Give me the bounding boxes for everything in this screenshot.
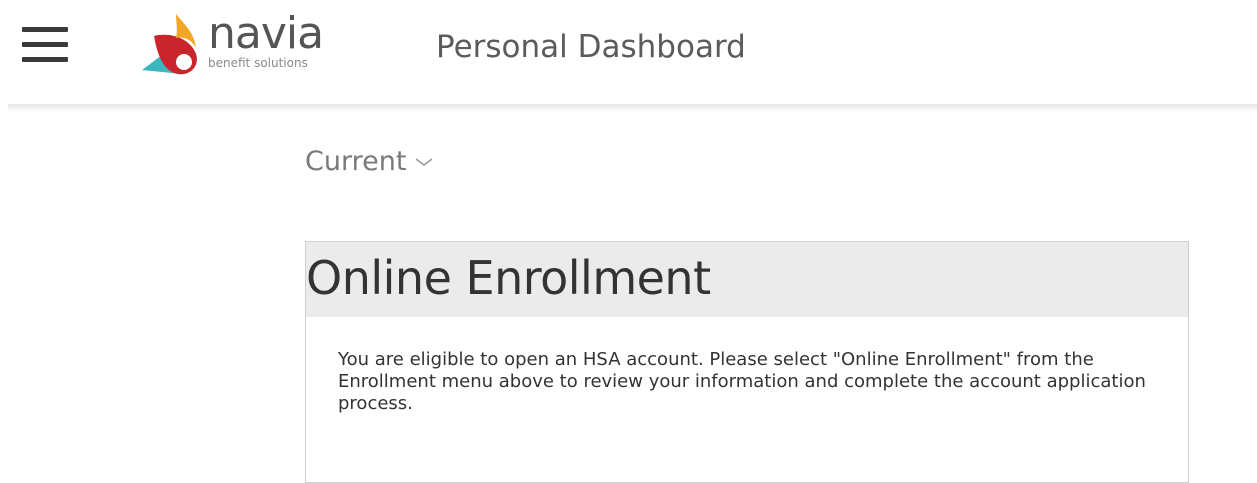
hamburger-line xyxy=(22,27,68,32)
period-dropdown[interactable]: Current xyxy=(305,142,434,182)
chevron-down-icon xyxy=(415,158,433,166)
hamburger-menu-icon[interactable] xyxy=(22,27,68,63)
logo-tagline: benefit solutions xyxy=(208,56,308,70)
card-message: You are eligible to open an HSA account.… xyxy=(338,349,1146,414)
navia-flame-logo-icon xyxy=(142,14,197,75)
top-navigation-bar: navia benefit solutions Personal Dashboa… xyxy=(0,0,1257,96)
card-title: Online Enrollment xyxy=(306,251,711,305)
period-dropdown-label: Current xyxy=(305,146,407,177)
online-enrollment-card: Online Enrollment You are eligible to op… xyxy=(305,241,1189,483)
header-divider xyxy=(8,104,1257,112)
hamburger-line xyxy=(22,57,68,62)
logo-wordmark: navia xyxy=(208,8,324,59)
page-title: Personal Dashboard xyxy=(436,29,746,65)
hamburger-line xyxy=(22,42,68,47)
navia-logo[interactable]: navia benefit solutions xyxy=(140,8,340,78)
